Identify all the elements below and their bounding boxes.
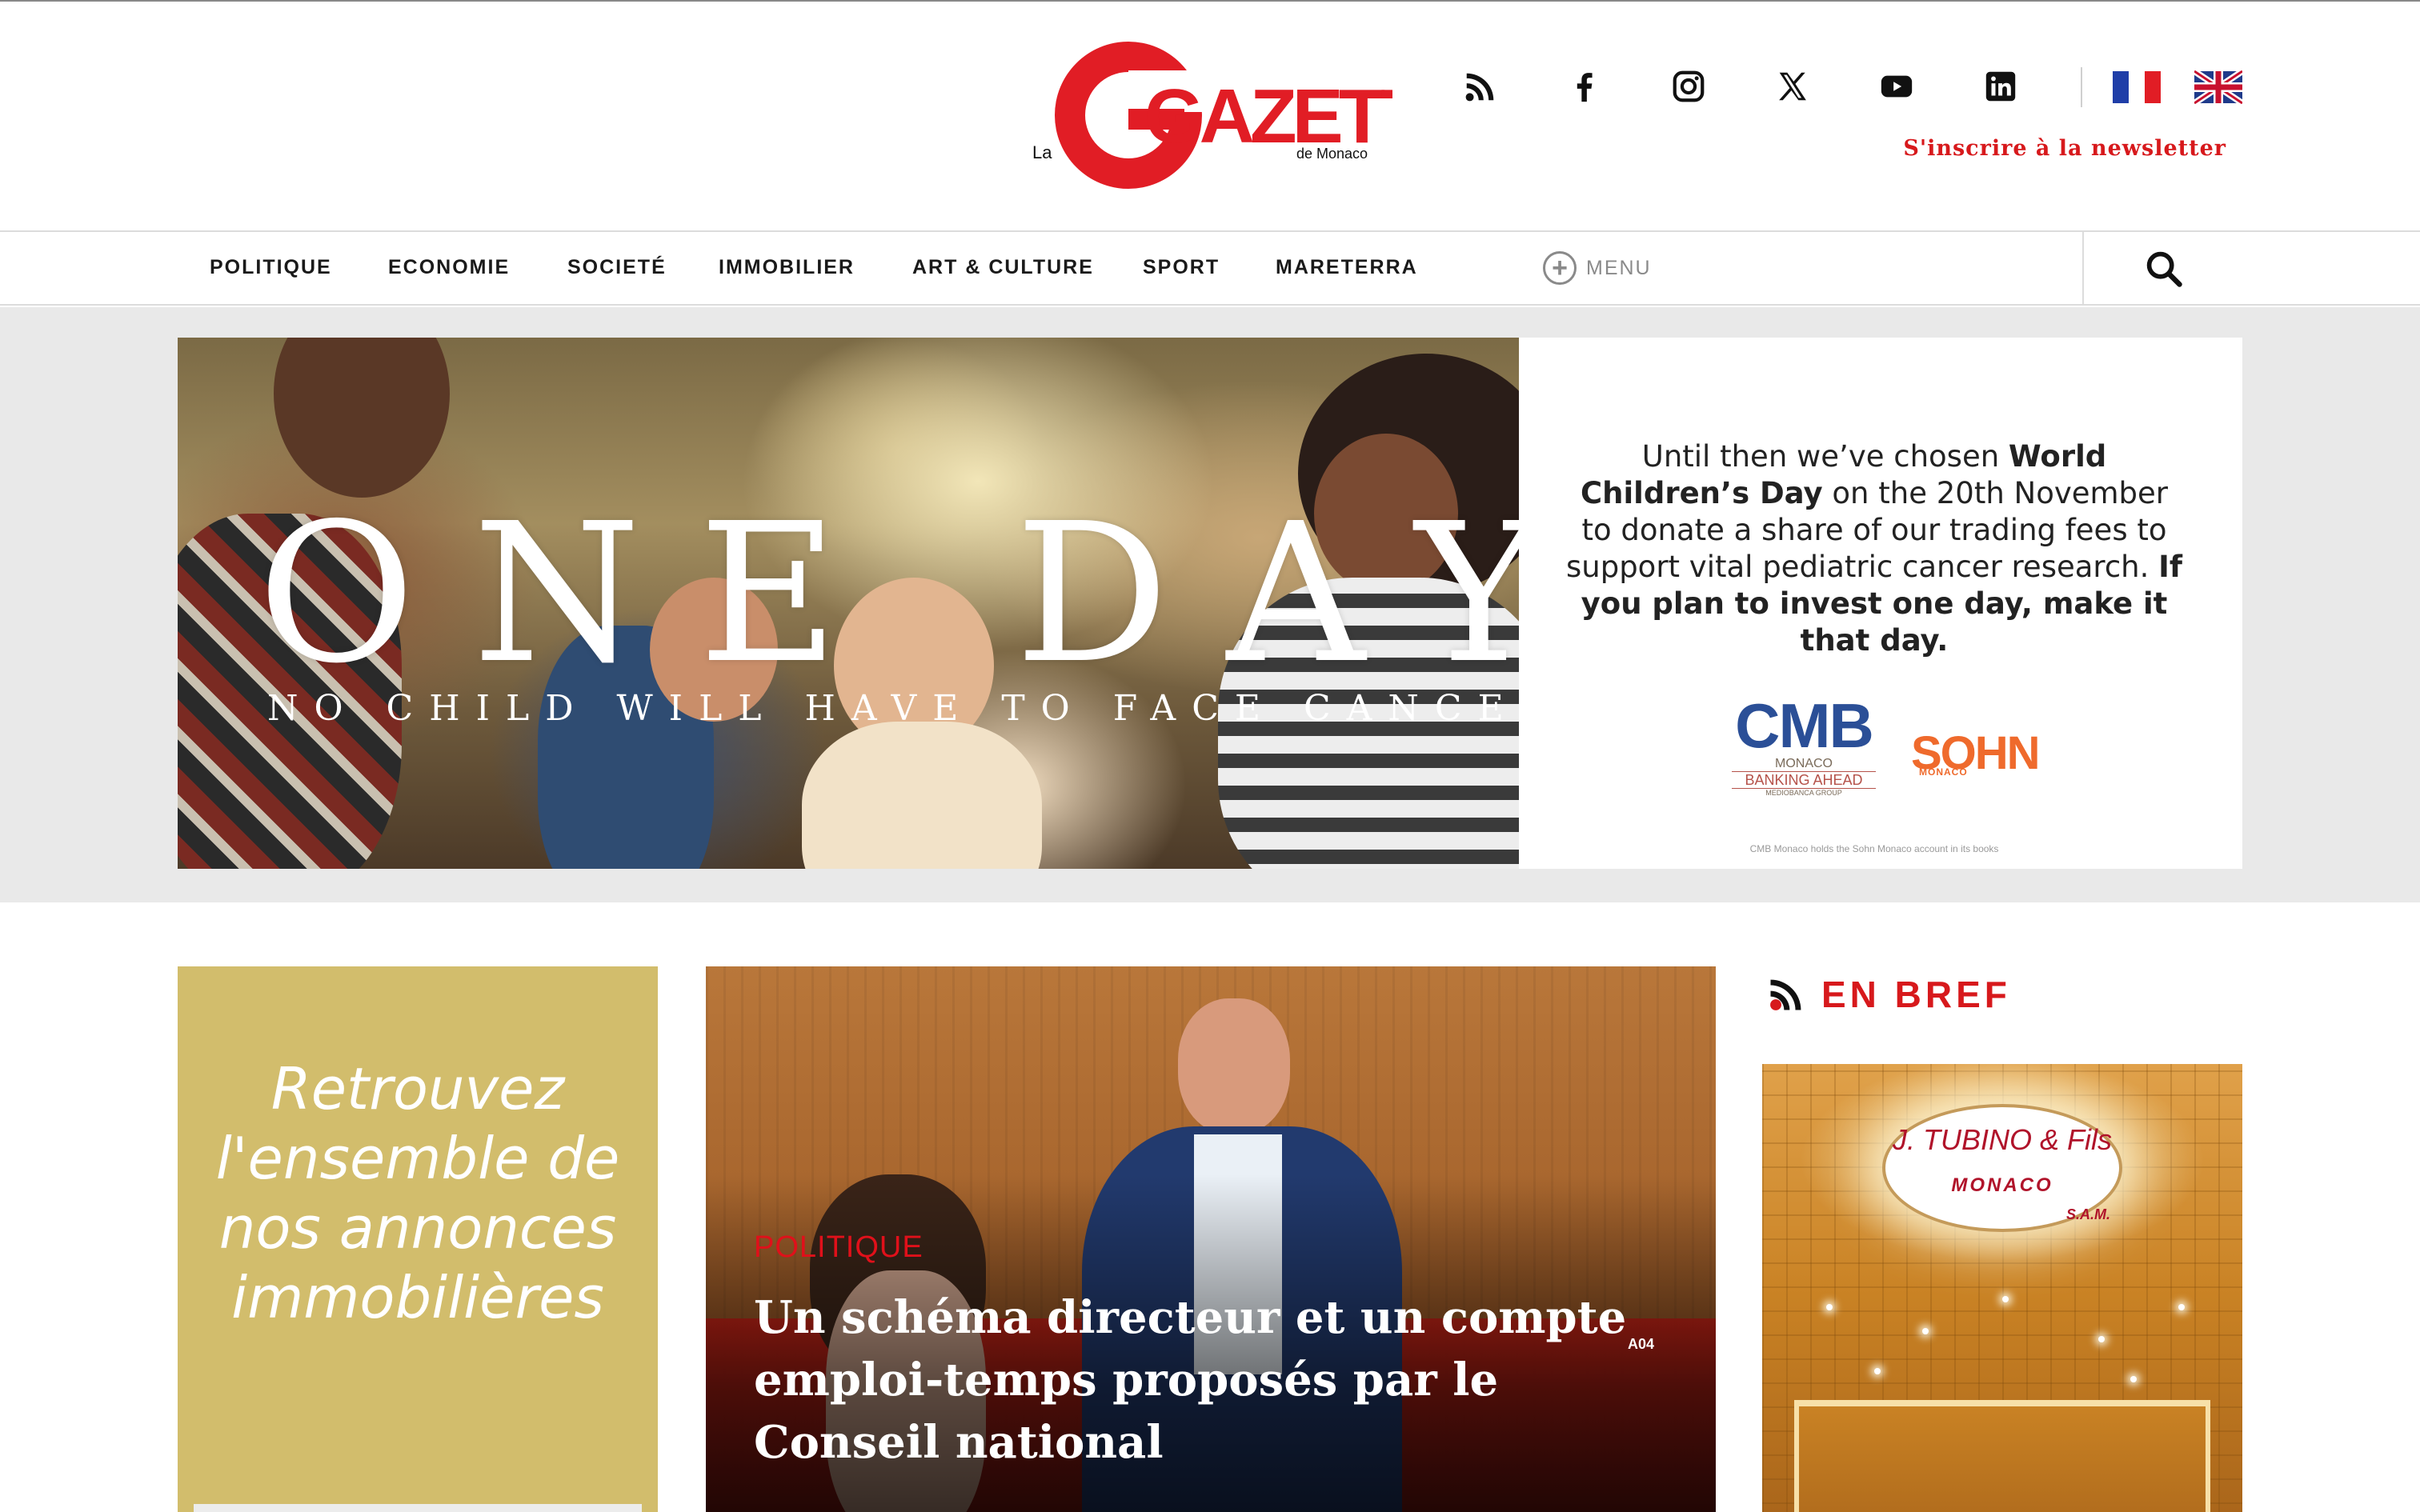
newsletter-link[interactable]: S'inscrire à la newsletter <box>1903 136 2226 161</box>
real-estate-promo[interactable]: Retrouvez l'ensemble de nos annonces imm… <box>178 966 658 1512</box>
children-photo: ONE DAY NO CHILD WILL HAVE TO FACE CANCE… <box>178 338 1519 869</box>
nav-item-politique[interactable]: POLITIQUE <box>210 256 332 279</box>
menu-button[interactable]: + MENU <box>1543 251 1652 285</box>
cmb-logo-text: CMB <box>1735 690 1874 761</box>
light-dot <box>2178 1304 2185 1310</box>
story-category[interactable]: POLITIQUE <box>754 1230 924 1265</box>
en-bref-title: EN BREF <box>1821 974 2011 1015</box>
light-dot <box>2002 1296 2009 1302</box>
cmb-banner-ad[interactable]: ONE DAY NO CHILD WILL HAVE TO FACE CANCE… <box>178 338 2242 869</box>
promo-text: Retrouvez l'ensemble de nos annonces imm… <box>215 1055 620 1331</box>
uk-flag-icon[interactable] <box>2194 70 2242 104</box>
tubino-ad[interactable]: J. TUBINO & Fils MONACO S.A.M. <box>1762 1064 2242 1512</box>
cmb-tagline: BANKING AHEAD <box>1732 771 1876 789</box>
nav-divider <box>2082 232 2084 304</box>
tubino-name: J. TUBINO & Fils <box>1892 1123 2112 1156</box>
banner-subline: NO CHILD WILL HAVE TO FACE CANCER <box>267 688 1519 729</box>
header-divider <box>2081 67 2082 107</box>
story-headline[interactable]: Un schéma directeur et un compte emploi-… <box>754 1286 1666 1474</box>
linkedin-icon[interactable] <box>1977 62 2025 110</box>
plus-icon: + <box>1543 251 1577 285</box>
top-border <box>0 0 2420 2</box>
nav-item-mareterra[interactable]: MARETERRA <box>1276 256 1418 279</box>
rss-icon <box>1770 979 1801 1010</box>
light-dot <box>2098 1336 2105 1342</box>
french-flag-icon[interactable] <box>2113 70 2161 104</box>
promo-bottom-strip <box>194 1504 642 1512</box>
speaker-head <box>1178 998 1290 1134</box>
nav-item-economie[interactable]: ECONOMIE <box>388 256 510 279</box>
banner-text-1: Until then we’ve chosen <box>1641 439 2009 474</box>
light-dot <box>2130 1376 2137 1382</box>
search-icon[interactable] <box>2143 248 2185 290</box>
light-dot <box>1826 1304 1833 1310</box>
main-nav: POLITIQUE ECONOMIE SOCIETÉ IMMOBILIER AR… <box>0 230 2420 306</box>
logo-prefix: La <box>1032 142 1052 162</box>
nav-item-immobilier[interactable]: IMMOBILIER <box>719 256 855 279</box>
logo-suffix: de Monaco <box>1296 146 1368 162</box>
banner-headline: ONE DAY <box>258 482 1519 706</box>
facebook-icon[interactable] <box>1561 62 1609 110</box>
nav-item-art-culture[interactable]: ART & CULTURE <box>912 256 1094 279</box>
x-icon[interactable] <box>1769 62 1817 110</box>
sohn-logo: SOHN MONACO <box>1911 726 2041 780</box>
banner-fineprint: CMB Monaco holds the Sohn Monaco account… <box>1749 843 1999 854</box>
rss-icon[interactable] <box>1456 62 1504 110</box>
light-dot <box>1922 1328 1929 1334</box>
banner-copy: Until then we’ve chosen World Children’s… <box>1562 438 2186 659</box>
nav-item-societe[interactable]: SOCIETÉ <box>567 256 667 279</box>
child-figure <box>274 338 450 498</box>
main-story-card[interactable]: A04 POLITIQUE Un schéma directeur et un … <box>706 966 1716 1512</box>
cmb-logo: CMB MONACO BANKING AHEAD MEDIOBANCA GROU… <box>1732 694 1876 797</box>
child-figure <box>802 722 1042 869</box>
instagram-icon[interactable] <box>1665 62 1713 110</box>
menu-label: MENU <box>1586 256 1652 279</box>
nav-item-sport[interactable]: SPORT <box>1143 256 1220 279</box>
youtube-icon[interactable] <box>1873 62 1921 110</box>
tubino-suffix: S.A.M. <box>2066 1206 2111 1222</box>
social-links <box>1456 62 2081 110</box>
sohn-city: MONACO <box>1919 766 1968 778</box>
tubino-city: MONACO <box>1951 1174 2053 1196</box>
cmb-group: MEDIOBANCA GROUP <box>1765 789 1842 797</box>
page: { "header": { "logo": { "prefix": "La", … <box>0 0 2420 1512</box>
ceiling-frame <box>1794 1400 2210 1512</box>
light-dot <box>1874 1368 1881 1374</box>
gazette-logo[interactable]: GAZETTE La de Monaco <box>1032 38 1392 190</box>
en-bref-heading[interactable]: EN BREF <box>1765 973 2011 1016</box>
